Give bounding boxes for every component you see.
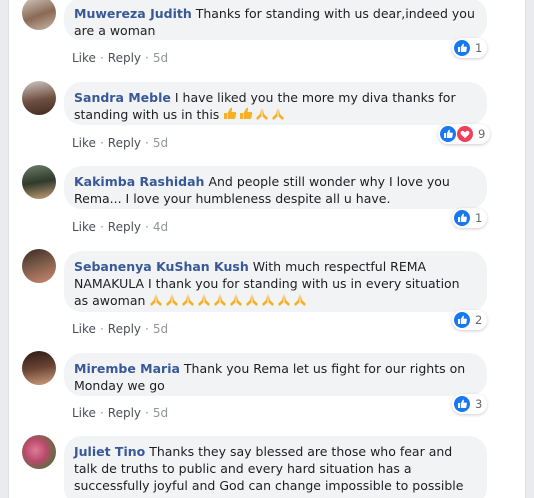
reaction-summary[interactable]: 9 (438, 124, 491, 144)
emoji-group (149, 293, 309, 308)
praying-hands-icon (149, 293, 163, 306)
comment-actions: Like · Reply · 5d (72, 406, 168, 420)
timestamp[interactable]: 5d (153, 51, 168, 65)
praying-hands-icon (229, 293, 243, 306)
reaction-summary[interactable]: 1 (452, 38, 488, 58)
reply-link[interactable]: Reply (108, 406, 141, 420)
commenter-name[interactable]: Juliet Tino (74, 444, 145, 459)
comments-panel: Muwereza Judith Thanks for standing with… (8, 0, 526, 498)
avatar[interactable] (22, 351, 56, 385)
commenter-name[interactable]: Mirembe Maria (74, 361, 180, 376)
praying-hands-icon (165, 293, 179, 306)
comment-bubble: Sandra Meble I have liked you the more m… (64, 82, 487, 125)
thumbs-up-icon (239, 107, 253, 120)
reaction-summary[interactable]: 2 (452, 310, 488, 330)
comment-actions: Like · Reply · 5d (72, 322, 168, 336)
reply-link[interactable]: Reply (108, 322, 141, 336)
like-reaction-icon (440, 126, 456, 142)
timestamp[interactable]: 5d (153, 322, 168, 336)
avatar[interactable] (22, 0, 56, 30)
praying-hands-icon (255, 107, 269, 120)
avatar[interactable] (22, 81, 56, 115)
comment-bubble: Juliet Tino Thanks they say blessed are … (64, 436, 487, 498)
separator: · (99, 322, 104, 336)
reaction-summary[interactable]: 1 (452, 208, 488, 228)
separator: · (145, 322, 149, 336)
separator: · (145, 220, 149, 234)
praying-hands-icon (293, 293, 307, 306)
comment-actions: Like · Reply · 5d (72, 51, 168, 65)
reply-link[interactable]: Reply (108, 220, 141, 234)
praying-hands-icon (181, 293, 195, 306)
reply-link[interactable]: Reply (108, 51, 141, 65)
praying-hands-icon (197, 293, 211, 306)
like-link[interactable]: Like (72, 406, 96, 420)
timestamp[interactable]: 5d (153, 136, 168, 150)
praying-hands-icon (213, 293, 227, 306)
avatar[interactable] (22, 165, 56, 199)
separator: · (145, 406, 149, 420)
reaction-count: 1 (475, 41, 483, 55)
reaction-count: 3 (475, 397, 483, 411)
reaction-summary[interactable]: 3 (452, 394, 488, 414)
separator: · (145, 51, 149, 65)
like-reaction-icon (454, 40, 470, 56)
thumbs-up-icon (223, 107, 237, 120)
praying-hands-icon (271, 107, 285, 120)
commenter-name[interactable]: Kakimba Rashidah (74, 174, 204, 189)
comment-actions: Like · Reply · 4d (72, 220, 168, 234)
comment-bubble: Mirembe Maria Thank you Rema let us figh… (64, 353, 487, 396)
like-link[interactable]: Like (72, 51, 96, 65)
like-link[interactable]: Like (72, 322, 96, 336)
comment-bubble: Kakimba Rashidah And people still wonder… (64, 166, 487, 209)
like-reaction-icon (454, 396, 470, 412)
praying-hands-icon (261, 293, 275, 306)
like-link[interactable]: Like (72, 136, 96, 150)
avatar[interactable] (22, 435, 56, 469)
avatar[interactable] (22, 249, 56, 283)
separator: · (99, 51, 104, 65)
like-reaction-icon (454, 312, 470, 328)
like-link[interactable]: Like (72, 220, 96, 234)
separator: · (145, 136, 149, 150)
separator: · (99, 136, 104, 150)
separator: · (99, 406, 104, 420)
comment-bubble: Sebanenya KuShan Kush With much respectf… (64, 251, 487, 312)
commenter-name[interactable]: Sandra Meble (74, 90, 171, 105)
like-reaction-icon (454, 210, 470, 226)
reaction-count: 2 (475, 313, 483, 327)
timestamp[interactable]: 5d (153, 406, 168, 420)
comment-actions: Like · Reply · 5d (72, 136, 168, 150)
commenter-name[interactable]: Muwereza Judith (74, 6, 192, 21)
timestamp[interactable]: 4d (153, 220, 168, 234)
reply-link[interactable]: Reply (108, 136, 141, 150)
reaction-count: 1 (475, 211, 483, 225)
praying-hands-icon (277, 293, 291, 306)
reaction-count: 9 (478, 127, 486, 141)
separator: · (99, 220, 104, 234)
praying-hands-icon (245, 293, 259, 306)
emoji-group (223, 107, 287, 122)
comment-bubble: Muwereza Judith Thanks for standing with… (64, 0, 487, 40)
love-reaction-icon (457, 126, 473, 142)
commenter-name[interactable]: Sebanenya KuShan Kush (74, 259, 249, 274)
